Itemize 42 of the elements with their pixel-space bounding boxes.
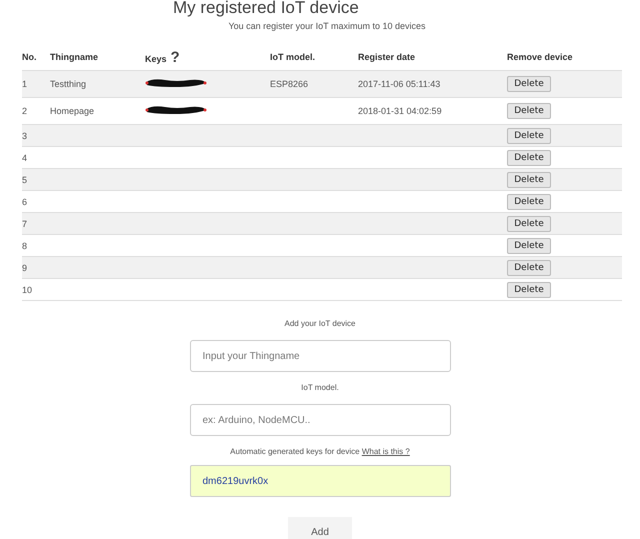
- delete-button[interactable]: Delete: [507, 260, 551, 276]
- page-title: My registered IoT device: [172, 0, 360, 14]
- table-cell: Homepage: [50, 106, 94, 116]
- table-cell: 10: [22, 284, 32, 294]
- delete-button[interactable]: Delete: [507, 172, 551, 188]
- table-cell: 5: [22, 174, 28, 184]
- thingname-field[interactable]: Input your Thingname: [190, 340, 450, 372]
- delete-button[interactable]: Delete: [507, 194, 551, 210]
- model-field[interactable]: ex: Arduino, NodeMCU..: [190, 404, 450, 436]
- field-label: Automatic generated keys for device: [230, 447, 360, 456]
- column-header: No.: [22, 52, 36, 62]
- delete-button[interactable]: Delete: [507, 216, 551, 232]
- add-button[interactable]: Add: [288, 517, 352, 539]
- table-cell: 1: [22, 79, 28, 89]
- field-label: IoT model.: [301, 383, 339, 392]
- table-cell: 6: [22, 196, 28, 206]
- delete-button[interactable]: Delete: [507, 103, 551, 119]
- table-cell: 2017-11-06 05:11:43: [358, 79, 440, 89]
- table-cell: 2: [22, 106, 28, 116]
- form-heading: Add your IoT device: [284, 319, 356, 328]
- table-cell: Testthing: [50, 79, 86, 89]
- table-cell: 9: [22, 262, 28, 272]
- key-field: dm6219uvrk0x: [190, 465, 450, 497]
- column-header: Remove device: [507, 52, 573, 62]
- table-cell: 2018-01-31 04:02:59: [358, 106, 442, 116]
- column-header: IoT model.: [270, 52, 315, 62]
- table-cell: 8: [22, 240, 28, 250]
- column-header: Thingname: [50, 52, 98, 62]
- delete-button[interactable]: Delete: [507, 128, 551, 144]
- help-mark[interactable]: ?: [170, 50, 180, 64]
- delete-button[interactable]: Delete: [507, 150, 551, 166]
- help-link[interactable]: What is this ?: [362, 447, 410, 456]
- table-cell: 7: [22, 218, 28, 228]
- table-cell: 3: [22, 130, 28, 140]
- delete-button[interactable]: Delete: [507, 76, 551, 92]
- table-cell: ESP8266: [270, 79, 308, 89]
- delete-button[interactable]: Delete: [507, 238, 551, 254]
- column-header: Keys: [145, 54, 167, 64]
- delete-button[interactable]: Delete: [507, 282, 551, 298]
- column-header: Register date: [358, 52, 416, 62]
- table-cell: 4: [22, 152, 28, 162]
- subtitle: You can register your IoT maximum to 10 devices: [227, 21, 427, 31]
